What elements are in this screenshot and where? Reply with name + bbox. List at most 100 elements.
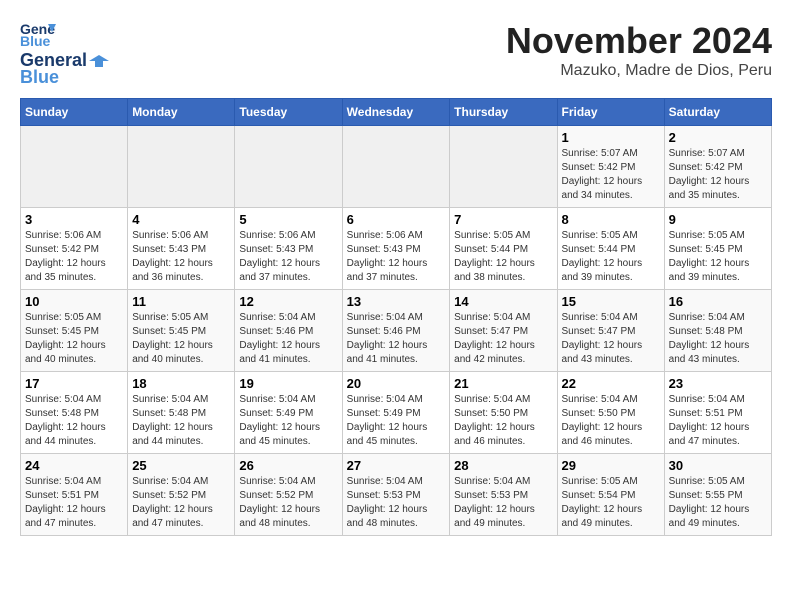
day-info: Sunrise: 5:04 AM Sunset: 5:47 PM Dayligh… bbox=[562, 311, 660, 367]
logo-bird-icon bbox=[89, 53, 109, 69]
day-number: 11 bbox=[132, 294, 230, 309]
day-number: 14 bbox=[454, 294, 552, 309]
calendar-cell: 1 Sunrise: 5:07 AM Sunset: 5:42 PM Daylig… bbox=[557, 126, 664, 208]
day-info: Sunrise: 5:05 AM Sunset: 5:44 PM Dayligh… bbox=[454, 229, 552, 285]
day-info: Sunrise: 5:06 AM Sunset: 5:42 PM Dayligh… bbox=[25, 229, 123, 285]
page-subtitle: Mazuko, Madre de Dios, Peru bbox=[506, 62, 772, 80]
day-info: Sunrise: 5:05 AM Sunset: 5:45 PM Dayligh… bbox=[669, 229, 767, 285]
calendar-week-row: 17Sunrise: 5:04 AM Sunset: 5:48 PM Dayli… bbox=[21, 372, 772, 454]
calendar-header-monday: Monday bbox=[128, 99, 235, 126]
calendar-cell: 26Sunrise: 5:04 AM Sunset: 5:52 PM Dayli… bbox=[235, 454, 342, 536]
day-number: 13 bbox=[347, 294, 446, 309]
calendar-cell: 11 Sunrise: 5:05 AM Sunset: 5:45 PM Dayli… bbox=[128, 290, 235, 372]
day-number: 25 bbox=[132, 458, 230, 473]
day-info: Sunrise: 5:04 AM Sunset: 5:46 PM Dayligh… bbox=[347, 311, 446, 367]
day-info: Sunrise: 5:04 AM Sunset: 5:49 PM Dayligh… bbox=[239, 393, 337, 449]
calendar-header-friday: Friday bbox=[557, 99, 664, 126]
day-number: 1 bbox=[562, 130, 660, 145]
calendar-cell: 22 Sunrise: 5:04 AM Sunset: 5:50 PM Dayli… bbox=[557, 372, 664, 454]
day-info: Sunrise: 5:04 AM Sunset: 5:53 PM Dayligh… bbox=[347, 475, 446, 531]
day-info: Sunrise: 5:06 AM Sunset: 5:43 PM Dayligh… bbox=[132, 229, 230, 285]
day-info: Sunrise: 5:04 AM Sunset: 5:48 PM Dayligh… bbox=[25, 393, 123, 449]
day-info: Sunrise: 5:06 AM Sunset: 5:43 PM Dayligh… bbox=[239, 229, 337, 285]
day-info: Sunrise: 5:04 AM Sunset: 5:51 PM Dayligh… bbox=[669, 393, 767, 449]
calendar-table: SundayMondayTuesdayWednesdayThursdayFrid… bbox=[20, 98, 772, 536]
day-number: 4 bbox=[132, 212, 230, 227]
calendar-cell: 7 Sunrise: 5:05 AM Sunset: 5:44 PM Daylig… bbox=[450, 208, 557, 290]
calendar-cell: 4 Sunrise: 5:06 AM Sunset: 5:43 PM Daylig… bbox=[128, 208, 235, 290]
title-section: November 2024 Mazuko, Madre de Dios, Per… bbox=[506, 20, 772, 80]
calendar-week-row: 1 Sunrise: 5:07 AM Sunset: 5:42 PM Daylig… bbox=[21, 126, 772, 208]
day-number: 16 bbox=[669, 294, 767, 309]
calendar-cell: 27 Sunrise: 5:04 AM Sunset: 5:53 PM Dayli… bbox=[342, 454, 450, 536]
calendar-cell: 14 Sunrise: 5:04 AM Sunset: 5:47 PM Dayli… bbox=[450, 290, 557, 372]
day-number: 24 bbox=[25, 458, 123, 473]
page-title: November 2024 bbox=[506, 20, 772, 62]
calendar-cell: 21 Sunrise: 5:04 AM Sunset: 5:50 PM Dayli… bbox=[450, 372, 557, 454]
day-info: Sunrise: 5:05 AM Sunset: 5:45 PM Dayligh… bbox=[25, 311, 123, 367]
day-number: 22 bbox=[562, 376, 660, 391]
day-number: 9 bbox=[669, 212, 767, 227]
day-info: Sunrise: 5:04 AM Sunset: 5:48 PM Dayligh… bbox=[669, 311, 767, 367]
logo-blue-text: Blue bbox=[20, 67, 59, 88]
day-number: 10 bbox=[25, 294, 123, 309]
day-number: 18 bbox=[132, 376, 230, 391]
calendar-cell: 20Sunrise: 5:04 AM Sunset: 5:49 PM Dayli… bbox=[342, 372, 450, 454]
calendar-header-tuesday: Tuesday bbox=[235, 99, 342, 126]
day-number: 30 bbox=[669, 458, 767, 473]
calendar-week-row: 24 Sunrise: 5:04 AM Sunset: 5:51 PM Dayli… bbox=[21, 454, 772, 536]
calendar-cell: 2 Sunrise: 5:07 AM Sunset: 5:42 PM Daylig… bbox=[664, 126, 771, 208]
calendar-cell bbox=[450, 126, 557, 208]
day-info: Sunrise: 5:04 AM Sunset: 5:51 PM Dayligh… bbox=[25, 475, 123, 531]
day-info: Sunrise: 5:06 AM Sunset: 5:43 PM Dayligh… bbox=[347, 229, 446, 285]
day-number: 20 bbox=[347, 376, 446, 391]
day-number: 23 bbox=[669, 376, 767, 391]
day-info: Sunrise: 5:05 AM Sunset: 5:45 PM Dayligh… bbox=[132, 311, 230, 367]
day-number: 2 bbox=[669, 130, 767, 145]
calendar-cell: 16 Sunrise: 5:04 AM Sunset: 5:48 PM Dayli… bbox=[664, 290, 771, 372]
day-number: 27 bbox=[347, 458, 446, 473]
calendar-cell: 15 Sunrise: 5:04 AM Sunset: 5:47 PM Dayli… bbox=[557, 290, 664, 372]
day-info: Sunrise: 5:04 AM Sunset: 5:52 PM Dayligh… bbox=[132, 475, 230, 531]
day-number: 29 bbox=[562, 458, 660, 473]
day-number: 12 bbox=[239, 294, 337, 309]
day-number: 6 bbox=[347, 212, 446, 227]
calendar-cell: 25 Sunrise: 5:04 AM Sunset: 5:52 PM Dayli… bbox=[128, 454, 235, 536]
day-number: 5 bbox=[239, 212, 337, 227]
day-info: Sunrise: 5:05 AM Sunset: 5:44 PM Dayligh… bbox=[562, 229, 660, 285]
calendar-cell: 28 Sunrise: 5:04 AM Sunset: 5:53 PM Dayli… bbox=[450, 454, 557, 536]
day-number: 15 bbox=[562, 294, 660, 309]
day-info: Sunrise: 5:07 AM Sunset: 5:42 PM Dayligh… bbox=[669, 147, 767, 203]
day-number: 21 bbox=[454, 376, 552, 391]
day-number: 28 bbox=[454, 458, 552, 473]
calendar-cell: 8 Sunrise: 5:05 AM Sunset: 5:44 PM Daylig… bbox=[557, 208, 664, 290]
svg-text:Blue: Blue bbox=[20, 33, 51, 48]
calendar-cell: 5 Sunrise: 5:06 AM Sunset: 5:43 PM Daylig… bbox=[235, 208, 342, 290]
day-info: Sunrise: 5:04 AM Sunset: 5:48 PM Dayligh… bbox=[132, 393, 230, 449]
calendar-cell bbox=[128, 126, 235, 208]
day-info: Sunrise: 5:04 AM Sunset: 5:47 PM Dayligh… bbox=[454, 311, 552, 367]
calendar-cell: 13 Sunrise: 5:04 AM Sunset: 5:46 PM Dayli… bbox=[342, 290, 450, 372]
day-info: Sunrise: 5:05 AM Sunset: 5:55 PM Dayligh… bbox=[669, 475, 767, 531]
calendar-cell: 17Sunrise: 5:04 AM Sunset: 5:48 PM Dayli… bbox=[21, 372, 128, 454]
calendar-week-row: 10 Sunrise: 5:05 AM Sunset: 5:45 PM Dayli… bbox=[21, 290, 772, 372]
calendar-cell: 19Sunrise: 5:04 AM Sunset: 5:49 PM Dayli… bbox=[235, 372, 342, 454]
day-info: Sunrise: 5:07 AM Sunset: 5:42 PM Dayligh… bbox=[562, 147, 660, 203]
calendar-header-wednesday: Wednesday bbox=[342, 99, 450, 126]
page-header: General Blue General Blue November 2024 … bbox=[20, 20, 772, 88]
day-info: Sunrise: 5:04 AM Sunset: 5:50 PM Dayligh… bbox=[562, 393, 660, 449]
calendar-cell: 6 Sunrise: 5:06 AM Sunset: 5:43 PM Daylig… bbox=[342, 208, 450, 290]
calendar-cell: 10 Sunrise: 5:05 AM Sunset: 5:45 PM Dayli… bbox=[21, 290, 128, 372]
calendar-cell: 3 Sunrise: 5:06 AM Sunset: 5:42 PM Daylig… bbox=[21, 208, 128, 290]
calendar-header-sunday: Sunday bbox=[21, 99, 128, 126]
day-info: Sunrise: 5:04 AM Sunset: 5:53 PM Dayligh… bbox=[454, 475, 552, 531]
day-number: 8 bbox=[562, 212, 660, 227]
day-number: 7 bbox=[454, 212, 552, 227]
day-number: 3 bbox=[25, 212, 123, 227]
calendar-header-row: SundayMondayTuesdayWednesdayThursdayFrid… bbox=[21, 99, 772, 126]
logo-icon: General Blue bbox=[20, 20, 56, 48]
calendar-week-row: 3 Sunrise: 5:06 AM Sunset: 5:42 PM Daylig… bbox=[21, 208, 772, 290]
logo: General Blue General Blue bbox=[20, 20, 111, 88]
day-info: Sunrise: 5:04 AM Sunset: 5:50 PM Dayligh… bbox=[454, 393, 552, 449]
calendar-cell: 29Sunrise: 5:05 AM Sunset: 5:54 PM Dayli… bbox=[557, 454, 664, 536]
